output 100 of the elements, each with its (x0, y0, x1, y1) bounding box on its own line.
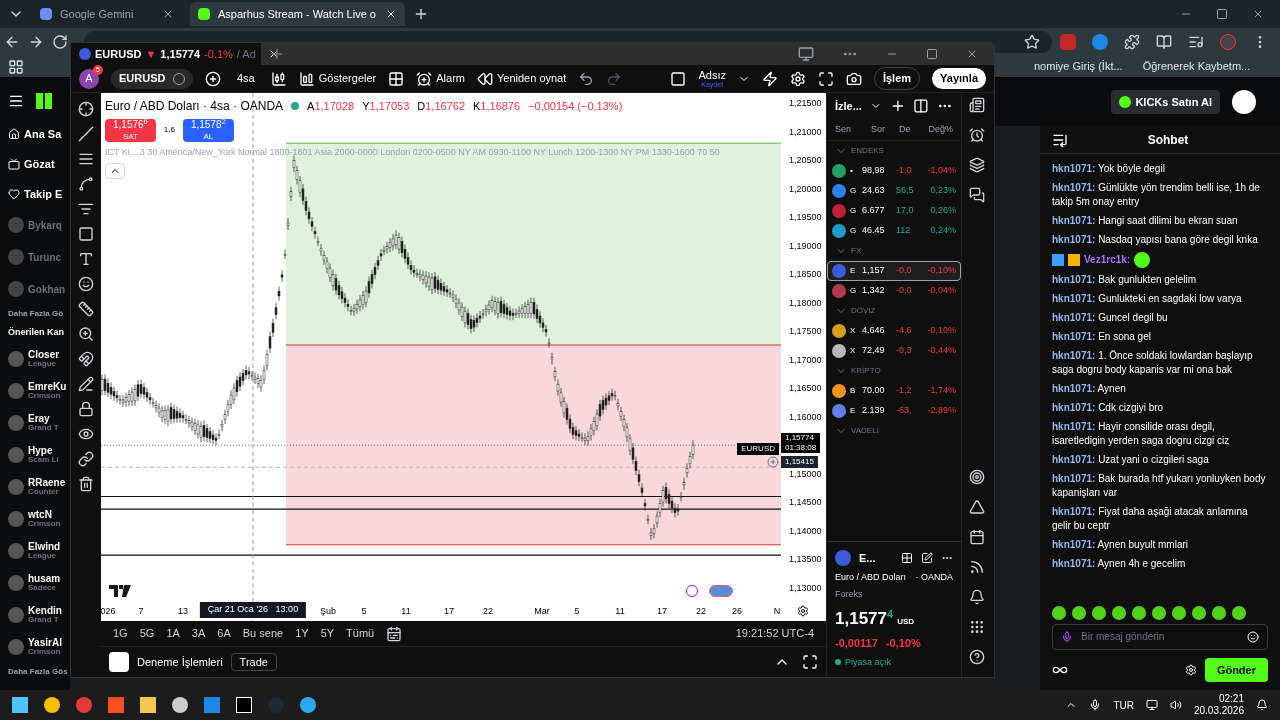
price-label: 1,16500 (789, 383, 822, 393)
watchlist-row[interactable]: E 1,157 -0,0 -0,10% (827, 261, 961, 281)
publish-button[interactable]: Yayınla (932, 68, 986, 89)
channel-category: Crimson (28, 391, 62, 400)
channel-name[interactable]: Elwind (28, 541, 61, 552)
range-button[interactable]: 5Y (320, 625, 335, 642)
range-button[interactable]: Tümü (346, 625, 375, 642)
spread-value: 1,6 (163, 124, 175, 137)
column-header[interactable]: De (899, 122, 927, 137)
price-label: 1,19500 (789, 212, 822, 222)
time-label: Şub (320, 605, 336, 618)
watchlist-row[interactable]: G 1,342 -0,0 -0,04% (827, 281, 961, 301)
range-button[interactable]: 1G (113, 625, 128, 642)
chat-message: hkn1071: Gunlukteki en sagdaki low varya (1052, 292, 1243, 306)
price-label: 1,14500 (789, 497, 822, 507)
watchlist-row[interactable]: X 4.646 -4,6 -0,10% (827, 321, 961, 341)
indicators-button[interactable]: Göstergeler (298, 70, 377, 87)
column-header[interactable]: Sor (871, 122, 899, 137)
price-label: 1,16000 (789, 411, 822, 422)
channel-name[interactable]: Closer (28, 349, 60, 360)
chat-message: hkn1071: Günlükte yön trendim belli ise, 1h de takip 5m onay entry (1052, 181, 1261, 209)
channel-name[interactable]: Hype (28, 445, 59, 456)
watchlist-row[interactable]: B 70.00 -1,2 -1,74% (827, 381, 961, 401)
message-input[interactable]: Bir mesaj gönderin (1052, 623, 1268, 650)
channel-link[interactable]: Turunc (28, 249, 62, 265)
ohlc-value: K1,16876 (473, 98, 521, 114)
channel-category: Grand T (28, 423, 59, 432)
chat-message: hkn1071: Aynen buyult mmlari (1052, 538, 1189, 552)
column-header[interactable]: Değ% (928, 122, 953, 137)
watchlist-row[interactable]: G 24.63 56,5 0,23% (827, 181, 961, 201)
group-header[interactable]: DÖVİZ (827, 301, 961, 321)
watchlist-row[interactable]: X 72,49 -0,3 -0,44% (827, 341, 961, 361)
panel-title[interactable]: Deneme İşlemleri (137, 653, 223, 671)
replay-button[interactable]: Yeniden oynat (476, 70, 567, 87)
group-header[interactable]: FX (827, 241, 961, 261)
details-symbol[interactable]: E... (859, 550, 876, 567)
time-label: 22 (483, 605, 493, 618)
channel-name[interactable]: wtcN (28, 509, 61, 520)
chat-message: hkn1071: Yok böyle degil (1052, 162, 1166, 176)
browser-tab[interactable]: Google Gemini (32, 2, 182, 26)
range-button[interactable]: 1A (166, 625, 180, 642)
channel-category: Counter (28, 487, 60, 496)
browser-tab[interactable]: Asparhus Stream - Watch Live o (190, 2, 405, 26)
chat-username[interactable]: Vez1rc1k: (1084, 253, 1131, 267)
sell-button[interactable]: 1,1576$^{6}$ SAT (105, 119, 156, 142)
last-price-tag: 1,15774 01:38:08 (781, 433, 821, 453)
watchlist-title[interactable]: İzle... (835, 97, 862, 115)
price-label: 1,17000 (789, 354, 822, 365)
market-status: Piyasa açık (845, 655, 892, 669)
change-value: −0,00154 (−0,13%) (528, 98, 623, 114)
group-header[interactable]: KRİPTO (827, 361, 961, 381)
channel-category: League (28, 359, 57, 368)
chat-message: hkn1071: Nasdaq yapısı bana göre degil knka (1052, 233, 1259, 247)
buy-kicks-button[interactable]: KICKs Satın Al (1111, 89, 1220, 115)
channel-name[interactable]: EmreKu (28, 381, 67, 392)
buy-button[interactable]: 1,1578$^{2}$ AL (182, 119, 234, 142)
chat-message: hkn1071: Hayir consilide orası degil, isaretledigin yerden saga dogru cizgi ciz (1052, 420, 1231, 448)
column-header[interactable]: Sen (835, 122, 871, 137)
range-button[interactable]: 3A (191, 625, 206, 642)
watchlist-row[interactable]: E 2.139 -63, -2,89% (827, 401, 961, 421)
nav-link[interactable]: Takip E (24, 185, 63, 203)
price-change-percent: -0,10% (885, 636, 921, 651)
channel-link[interactable]: Gokhan (28, 281, 66, 297)
clock-date: 20.03.2026 (1193, 705, 1244, 718)
channel-name[interactable]: Eray (28, 413, 59, 424)
indicator-label: ICT Ki... 3 30 America/New_York Normal 1800-1801 Asia 2000-0000 London 0200-0500 NY AM 0930-1100 NY Lunch 1200-1300 NY PM 1330-1600 70 50 (105, 145, 721, 159)
symbol-tag: EURUSD (737, 443, 779, 455)
nav-link[interactable]: Ana Sa (24, 125, 62, 143)
interval-button[interactable]: 4sa (233, 70, 259, 87)
channel-category: Grand T (28, 615, 60, 624)
symbol-search[interactable]: EURUSD (111, 68, 193, 89)
range-button[interactable]: 5G (139, 625, 155, 642)
alarm-button[interactable]: Alarm (416, 70, 465, 87)
nav-link[interactable]: Gözat (24, 155, 55, 173)
watchlist-row[interactable]: • 98,98 -1,0 -1,04% (827, 161, 961, 181)
watchlist-row[interactable]: G 6.677 17,0 0,26% (827, 201, 961, 221)
price-label: 1,21000 (789, 126, 822, 137)
range-button[interactable]: 1Y (295, 625, 309, 642)
channel-name[interactable]: husam (28, 573, 61, 584)
language-indicator[interactable]: TUR (1113, 697, 1134, 713)
bookmark-link[interactable]: Öğrenerek Kaybetm... (1142, 58, 1251, 75)
group-header[interactable]: VADELİ (827, 421, 961, 441)
trade-tab-button[interactable]: Trade (230, 652, 277, 672)
show-more-link[interactable]: Daha Fazla Gö (8, 308, 70, 320)
channel-category: Crimson (28, 519, 61, 528)
symbol-title[interactable]: Euro / ABD Doları · 4sa · OANDA (105, 97, 284, 115)
watchlist-row[interactable]: G 46.45 112 0,24% (827, 221, 961, 241)
channel-name[interactable]: YasirAl (28, 637, 62, 648)
time-label: N (773, 605, 781, 618)
send-button[interactable]: Gönder (1204, 657, 1268, 682)
group-header[interactable]: ENDEKS (827, 141, 961, 161)
channel-name[interactable]: Kendin (28, 605, 62, 616)
channel-name[interactable]: RRaene (28, 477, 66, 488)
instrument-name[interactable]: Euro / ABD Doları (835, 570, 907, 584)
range-button[interactable]: 6A (217, 625, 231, 642)
channel-link[interactable]: Bykarq (28, 217, 62, 233)
show-more-link[interactable]: Daha Fazla Gös (8, 665, 70, 678)
bookmark-link[interactable]: nomiye Giriş (İkt... (1034, 58, 1123, 75)
channel-category: Scam Li (28, 455, 59, 464)
range-button[interactable]: Bu sene (242, 625, 284, 642)
